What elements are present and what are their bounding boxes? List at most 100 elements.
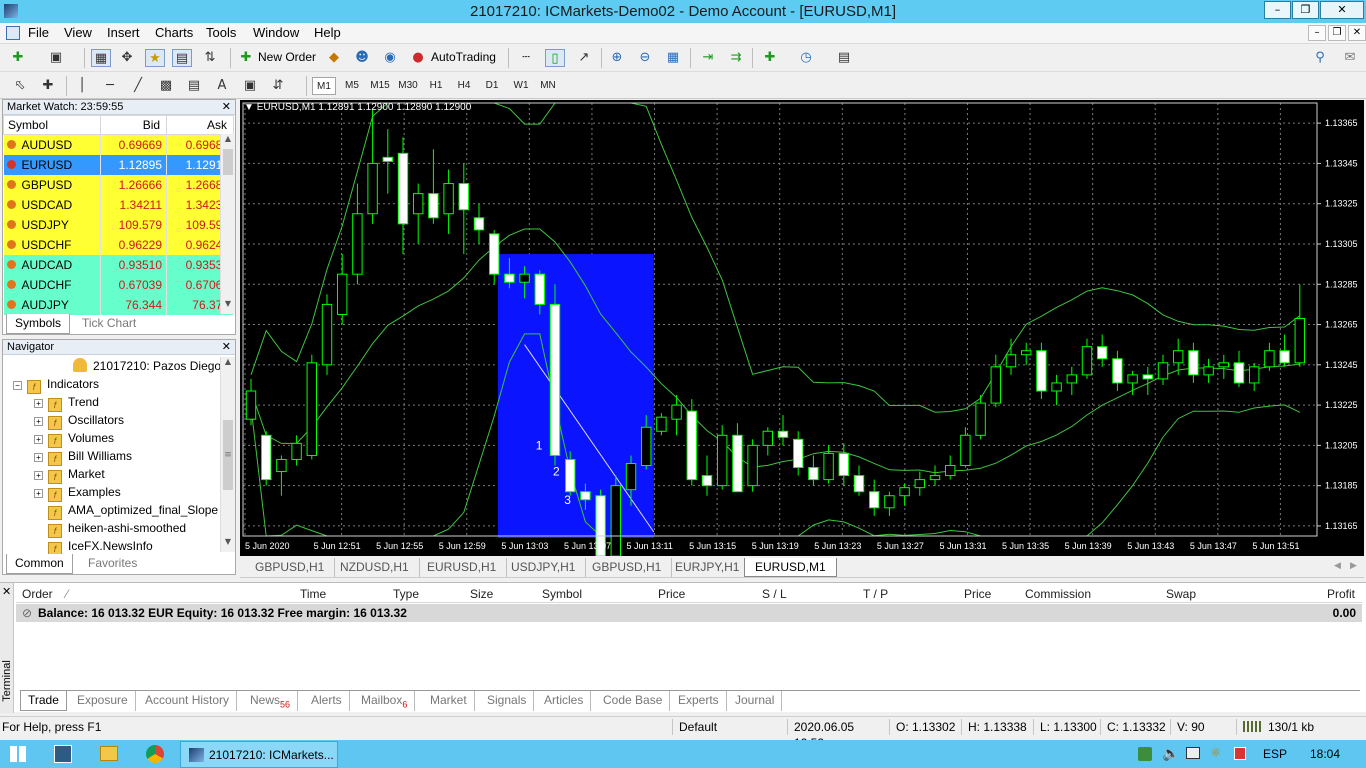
tray-network-icon[interactable]: [1138, 747, 1152, 761]
market-watch-row[interactable]: GBPUSD 1.26666 1.26686: [3, 174, 234, 195]
tester-icon[interactable]: ⇅: [200, 49, 220, 67]
menu-window[interactable]: Window: [253, 25, 299, 40]
expand-icon[interactable]: +: [34, 399, 43, 408]
tab-common[interactable]: Common: [6, 554, 73, 574]
profiles-icon[interactable]: ▣: [46, 49, 66, 67]
tab-mailbox[interactable]: Mailbox6: [354, 691, 416, 711]
market-watch-icon[interactable]: ▦: [91, 49, 111, 67]
tab-experts[interactable]: Experts: [671, 691, 727, 711]
market-watch-row[interactable]: AUDJPY 76.344 76.374: [3, 294, 234, 315]
nav-folder-trend[interactable]: + f Trend: [34, 393, 99, 412]
timeframe-w1[interactable]: W1: [508, 77, 534, 95]
market-watch-row[interactable]: USDCHF 0.96229 0.96240: [3, 234, 234, 255]
navigator-scrollbar[interactable]: ▲ ≡ ▼: [220, 357, 235, 552]
chart-tab[interactable]: EURJPY,H1: [665, 558, 751, 577]
timeframe-d1[interactable]: D1: [480, 77, 504, 95]
tab-alerts[interactable]: Alerts: [304, 691, 350, 711]
fibonacci-icon[interactable]: ▤: [184, 77, 204, 95]
timeframe-h4[interactable]: H4: [452, 77, 476, 95]
tab-favorites[interactable]: Favorites: [80, 554, 145, 574]
tab-articles[interactable]: Articles: [537, 691, 592, 711]
market-watch-row[interactable]: EURUSD 1.12895 1.12912: [3, 154, 234, 175]
expand-icon[interactable]: +: [34, 453, 43, 462]
mdi-restore-button[interactable]: ❐: [1328, 25, 1346, 41]
autotrading-button[interactable]: AutoTrading: [431, 50, 496, 64]
server-manager-icon[interactable]: [54, 745, 72, 763]
nav-folder-volumes[interactable]: + f Volumes: [34, 429, 114, 448]
nav-indicator-item[interactable]: f IceFX.NewsInfo: [48, 537, 153, 556]
collapse-icon[interactable]: −: [13, 381, 22, 390]
tab-signals[interactable]: Signals: [480, 691, 535, 711]
arrows-icon[interactable]: ⇵: [268, 77, 288, 95]
col-price[interactable]: Price: [658, 587, 685, 601]
chrome-icon[interactable]: [146, 745, 164, 763]
tray-volume-icon[interactable]: 🔈: [1162, 746, 1179, 762]
market-watch-scrollbar[interactable]: ▲ ▼: [220, 134, 235, 314]
status-profile[interactable]: Default: [672, 719, 785, 735]
tray-flag-icon[interactable]: [1234, 747, 1246, 760]
taskbar-app-button[interactable]: 21017210: ICMarkets...: [180, 741, 338, 768]
tab-code-base[interactable]: Code Base: [596, 691, 671, 711]
zoom-out-icon[interactable]: ⊖: [635, 49, 655, 67]
search-icon[interactable]: ⚲: [1310, 49, 1330, 67]
chart-tab[interactable]: EURUSD,H1: [417, 558, 508, 577]
signals-icon[interactable]: ◉: [380, 49, 400, 67]
trendline-icon[interactable]: ╱: [128, 77, 148, 95]
timeframe-m1[interactable]: M1: [312, 77, 336, 95]
vertical-line-icon[interactable]: │: [72, 77, 92, 95]
chart-tab[interactable]: GBPUSD,H1: [582, 558, 673, 577]
indicators-icon[interactable]: ✚: [760, 49, 780, 67]
tab-symbols[interactable]: Symbols: [6, 314, 71, 334]
col-profit[interactable]: Profit: [1327, 587, 1355, 601]
nav-indicators[interactable]: − f Indicators: [13, 375, 99, 394]
close-icon[interactable]: ✕: [222, 340, 231, 355]
timeframe-m30[interactable]: M30: [394, 77, 422, 95]
expand-icon[interactable]: +: [34, 435, 43, 444]
periods-icon[interactable]: ◷: [796, 49, 816, 67]
col-order[interactable]: Order: [22, 587, 53, 601]
tab-trade[interactable]: Trade: [20, 691, 67, 711]
col-symbol[interactable]: Symbol: [2, 115, 102, 135]
expand-icon[interactable]: +: [34, 417, 43, 426]
metaeditor-icon[interactable]: ◆: [324, 49, 344, 67]
text-label-icon[interactable]: ▣: [240, 77, 260, 95]
new-chart-icon[interactable]: ✚: [8, 49, 28, 67]
new-order-icon[interactable]: ✚: [236, 49, 256, 67]
terminal-close-icon[interactable]: ✕: [2, 585, 11, 598]
chart-tab[interactable]: GBPUSD,H1: [245, 558, 336, 577]
col-type[interactable]: Type: [393, 587, 419, 601]
navigator-icon[interactable]: ★: [145, 49, 165, 67]
mdi-minimize-button[interactable]: –: [1308, 25, 1326, 41]
menu-insert[interactable]: Insert: [107, 25, 140, 40]
chart-shift-icon[interactable]: ⇥: [698, 49, 718, 67]
balance-row[interactable]: ⊘ Balance: 16 013.32 EUR Equity: 16 013.…: [16, 604, 1362, 622]
col-time[interactable]: Time: [300, 587, 326, 601]
col-commission[interactable]: Commission: [1025, 587, 1091, 601]
col-size[interactable]: Size: [470, 587, 493, 601]
new-order-button[interactable]: New Order: [258, 50, 316, 64]
nav-folder-oscillators[interactable]: + f Oscillators: [34, 411, 124, 430]
templates-icon[interactable]: ▤: [834, 49, 854, 67]
minimize-button[interactable]: –: [1264, 1, 1291, 19]
close-icon[interactable]: ✕: [222, 100, 231, 115]
chart-tab-active[interactable]: EURUSD,M1: [744, 558, 837, 577]
scroll-right-icon[interactable]: ▶: [1350, 561, 1357, 571]
market-watch-row[interactable]: USDCAD 1.34211 1.34236: [3, 194, 234, 215]
chart-tab[interactable]: NZDUSD,H1: [330, 558, 420, 577]
nav-indicator-item[interactable]: f AMA_optimized_final_Slope: [48, 501, 218, 520]
market-watch-row[interactable]: AUDCAD 0.93510 0.93539: [3, 254, 234, 275]
timeframe-h1[interactable]: H1: [424, 77, 448, 95]
col-sl[interactable]: S / L: [762, 587, 787, 601]
chat-bubble-icon[interactable]: ✉: [1340, 49, 1360, 67]
file-explorer-icon[interactable]: [100, 746, 118, 761]
start-windows-icon[interactable]: [10, 746, 26, 762]
candlestick-chart-icon[interactable]: ▯: [545, 49, 565, 67]
timeframe-mn[interactable]: MN: [536, 77, 560, 95]
zoom-in-icon[interactable]: ⊕: [607, 49, 627, 67]
nav-account[interactable]: 21017210: Pazos Diego: [73, 357, 221, 375]
terminal-icon[interactable]: ▤: [172, 49, 192, 67]
timeframe-m5[interactable]: M5: [340, 77, 364, 95]
menu-charts[interactable]: Charts: [155, 25, 193, 40]
cursor-icon[interactable]: ⬁: [10, 77, 30, 95]
equidistant-channel-icon[interactable]: ▩: [156, 77, 176, 95]
